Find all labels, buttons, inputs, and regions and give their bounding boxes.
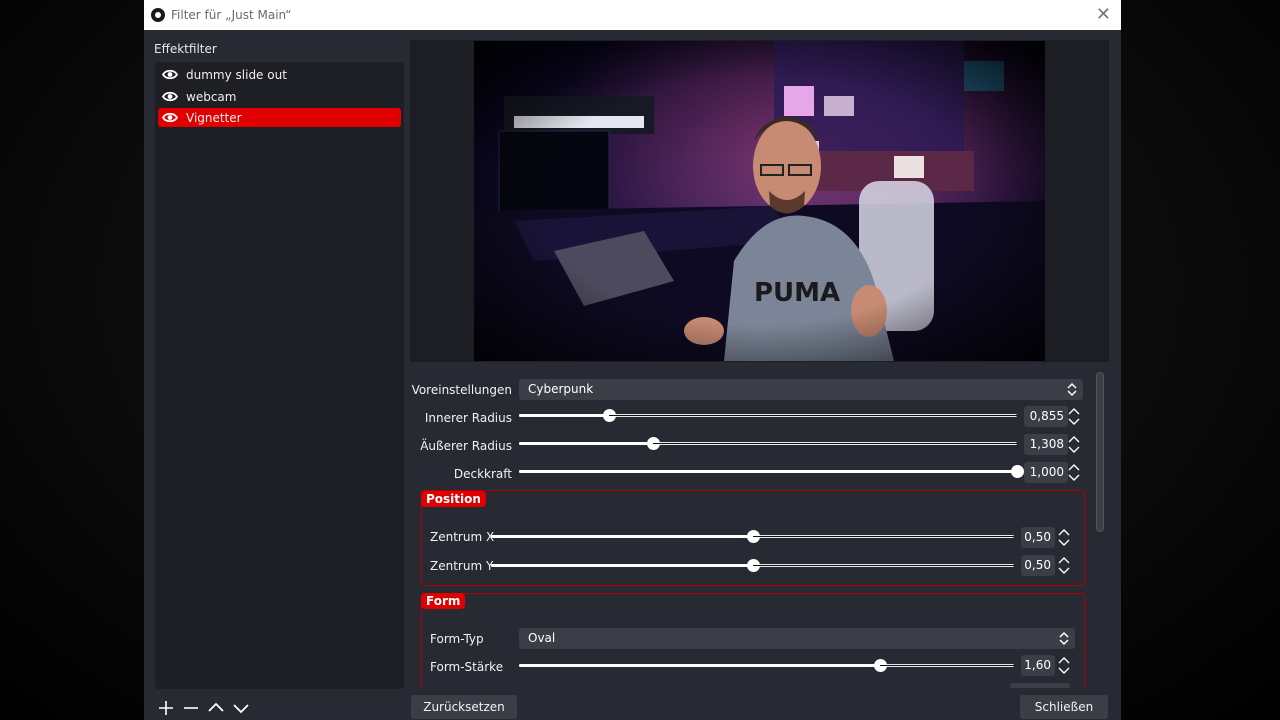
slider-remainder	[753, 565, 1014, 566]
close-button[interactable]: Schließen	[1020, 695, 1108, 719]
spin-arrows-icon[interactable]	[1067, 462, 1081, 483]
form-strength-label: Form-Stärke	[430, 660, 504, 674]
opacity-slider[interactable]	[519, 465, 1024, 478]
slider-fill	[519, 470, 1017, 473]
filter-item-label: dummy slide out	[186, 68, 287, 82]
center-y-label: Zentrum Y	[430, 559, 494, 573]
filter-item-label: Vignetter	[186, 111, 242, 125]
filter-dialog: Filter für „Just Main“ ✕ Effektfilter du…	[144, 0, 1121, 720]
reset-button[interactable]: Zurücksetzen	[411, 695, 517, 719]
outer-radius-value: 1,308	[1029, 437, 1064, 451]
slider-remainder	[653, 443, 1017, 444]
spin-arrows-icon[interactable]	[1067, 406, 1081, 427]
center-x-slider[interactable]	[491, 530, 1014, 543]
eye-icon[interactable]	[162, 67, 178, 82]
studio-scene-illustration: PUMA	[474, 41, 1045, 361]
slider-fill	[491, 535, 753, 538]
webcam-preview-image: PUMA	[474, 41, 1045, 361]
slider-remainder	[609, 415, 1017, 416]
presets-label: Voreinstellungen	[411, 383, 512, 397]
center-y-spinbox[interactable]: 0,50	[1021, 555, 1055, 576]
filter-item-vignetter[interactable]: Vignetter	[158, 108, 401, 127]
form-strength-spinbox[interactable]: 1,60	[1021, 655, 1055, 676]
spin-arrows-icon[interactable]	[1067, 434, 1081, 455]
inner-radius-slider[interactable]	[519, 409, 1017, 422]
center-x-spinbox[interactable]: 0,50	[1021, 527, 1055, 548]
form-strength-slider[interactable]	[519, 659, 1014, 672]
obs-logo-icon	[151, 8, 165, 22]
inner-radius-value: 0,855	[1029, 409, 1064, 423]
chevron-up-icon[interactable]	[206, 698, 226, 718]
window-title: Filter für „Just Main“	[171, 8, 292, 22]
dropdown-arrows-icon	[1059, 631, 1069, 646]
center-x-label: Zentrum X	[430, 530, 495, 544]
plus-icon[interactable]	[156, 698, 176, 718]
spin-arrows-icon[interactable]	[1057, 527, 1071, 548]
position-group-title: Position	[421, 491, 486, 507]
center-x-value: 0,50	[1024, 530, 1051, 544]
form-type-label: Form-Typ	[430, 632, 484, 646]
form-type-value: Oval	[528, 631, 556, 645]
effect-filters-heading: Effektfilter	[154, 42, 217, 56]
slider-fill	[519, 664, 880, 667]
close-icon[interactable]: ✕	[1096, 4, 1111, 25]
center-y-slider[interactable]	[491, 559, 1014, 572]
title-bar: Filter für „Just Main“ ✕	[144, 0, 1121, 30]
eye-icon[interactable]	[162, 110, 178, 125]
inner-radius-label: Innerer Radius	[424, 411, 512, 425]
scrollbar-thumb[interactable]	[1096, 372, 1104, 532]
chevron-down-icon[interactable]	[231, 698, 251, 718]
presets-dropdown[interactable]: Cyberpunk	[519, 379, 1083, 400]
opacity-label: Deckkraft	[453, 467, 512, 481]
slider-fill	[519, 442, 653, 445]
slider-remainder	[753, 536, 1014, 537]
opacity-value: 1,000	[1029, 465, 1064, 479]
outer-radius-spinbox[interactable]: 1,308	[1024, 434, 1068, 455]
form-strength-value: 1,60	[1024, 658, 1051, 672]
filter-item-dummy-slide-out[interactable]: dummy slide out	[158, 65, 401, 84]
slider-fill	[519, 414, 609, 417]
slider-remainder	[880, 665, 1014, 666]
presets-value: Cyberpunk	[528, 382, 594, 396]
filter-item-label: webcam	[186, 90, 237, 104]
form-type-dropdown[interactable]: Oval	[519, 628, 1075, 649]
dropdown-arrows-icon	[1067, 382, 1077, 397]
filter-preview: PUMA	[410, 40, 1109, 362]
slider-fill	[491, 564, 753, 567]
spin-arrows-icon[interactable]	[1057, 555, 1071, 576]
inner-radius-spinbox[interactable]: 0,855	[1024, 406, 1068, 427]
filter-list: dummy slide out webcam Vignetter	[155, 62, 404, 689]
minus-icon[interactable]	[181, 698, 201, 718]
outer-radius-label: Äußerer Radius	[420, 439, 512, 453]
center-y-value: 0,50	[1024, 558, 1051, 572]
slider-handle[interactable]	[1011, 465, 1024, 478]
opacity-spinbox[interactable]: 1,000	[1024, 462, 1068, 483]
spin-arrows-icon[interactable]	[1057, 655, 1071, 676]
eye-icon[interactable]	[162, 89, 178, 104]
outer-radius-slider[interactable]	[519, 437, 1017, 450]
form-group-title: Form	[421, 593, 466, 609]
filter-item-webcam[interactable]: webcam	[158, 87, 401, 106]
